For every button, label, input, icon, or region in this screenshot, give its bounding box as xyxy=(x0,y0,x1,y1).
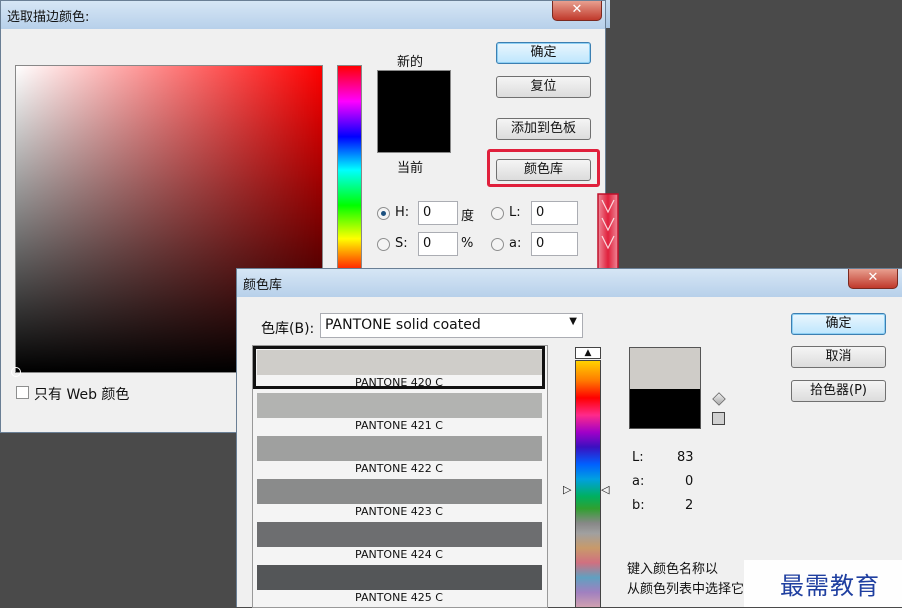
picker-title: 选取描边颜色: xyxy=(7,10,90,25)
swatch-name: PANTONE 424 C xyxy=(355,548,443,561)
swatch-name: PANTONE 423 C xyxy=(355,505,443,518)
scroll-up-arrow-icon[interactable]: ▲ xyxy=(575,347,601,359)
l-label: L: xyxy=(509,205,521,220)
swatch-color xyxy=(257,393,542,418)
libraries-ok-button[interactable]: 确定 xyxy=(791,313,886,335)
l-radio[interactable] xyxy=(491,207,504,220)
swatch-color xyxy=(257,436,542,461)
libraries-close-button[interactable]: ✕ xyxy=(848,269,898,289)
s-radio[interactable] xyxy=(377,238,390,251)
swatch-color xyxy=(257,522,542,547)
lab-b-value: 2 xyxy=(685,498,694,513)
current-color-label: 当前 xyxy=(397,161,424,176)
type-name-hint-line1: 键入颜色名称以 xyxy=(627,562,719,577)
h-radio[interactable] xyxy=(377,207,390,220)
watermark-logo: 最需教育 xyxy=(744,560,902,607)
cube-icon[interactable] xyxy=(712,392,726,406)
swatch-name: PANTONE 420 C xyxy=(355,376,443,389)
library-current-color[interactable] xyxy=(629,389,701,429)
slider-right-marker-icon[interactable]: ◁ xyxy=(601,483,609,496)
s-label: S: xyxy=(395,236,408,251)
color-libraries-button[interactable]: 颜色库 xyxy=(496,159,591,181)
current-color-preview[interactable] xyxy=(377,112,451,153)
web-only-label: 只有 Web 颜色 xyxy=(34,387,130,403)
swatch-color xyxy=(257,350,542,375)
web-only-checkbox[interactable] xyxy=(16,386,29,399)
swatch-item[interactable]: PANTONE 424 C xyxy=(253,518,545,561)
lab-l-value: 83 xyxy=(677,450,694,465)
book-select[interactable]: PANTONE solid coated ▼ xyxy=(320,313,583,338)
swatch-name: PANTONE 421 C xyxy=(355,419,443,432)
s-unit: % xyxy=(461,236,474,251)
s-field[interactable]: 0 xyxy=(418,232,458,256)
a-label: a: xyxy=(509,236,522,251)
type-name-hint-line2: 从颜色列表中选择它 xyxy=(627,582,745,597)
swatch-color xyxy=(257,479,542,504)
color-libraries-dialog: 颜色库 ✕ 色库(B): PANTONE solid coated ▼ PANT… xyxy=(236,268,902,608)
lab-a-value: 0 xyxy=(685,474,694,489)
chevron-down-icon: ▼ xyxy=(569,316,577,327)
lab-l-label: L: xyxy=(632,450,644,465)
a-field[interactable]: 0 xyxy=(531,232,578,256)
h-unit: 度 xyxy=(461,209,475,224)
picker-reset-button[interactable]: 复位 xyxy=(496,76,591,98)
h-field[interactable]: 0 xyxy=(418,201,458,225)
swatch-color xyxy=(257,565,542,590)
library-spectrum-slider[interactable] xyxy=(575,360,601,608)
picker-titlebar: 选取描边颜色: xyxy=(1,1,605,29)
watermark-text: 最需教育 xyxy=(780,572,880,600)
picker-close-button[interactable]: ✕ xyxy=(552,1,602,21)
libraries-cancel-button[interactable]: 取消 xyxy=(791,346,886,368)
swatch-item[interactable]: PANTONE 425 C xyxy=(253,561,545,604)
libraries-title: 颜色库 xyxy=(243,278,283,293)
new-color-label: 新的 xyxy=(397,55,424,70)
lab-a-label: a: xyxy=(632,474,645,489)
book-select-value: PANTONE solid coated xyxy=(325,317,481,333)
color-field-cursor[interactable] xyxy=(11,367,21,377)
swatch-list[interactable]: PANTONE 420 C PANTONE 421 C PANTONE 422 … xyxy=(252,345,548,608)
swatch-item[interactable]: PANTONE 423 C xyxy=(253,475,545,518)
new-color-preview xyxy=(377,70,451,112)
swatch-item[interactable]: PANTONE 421 C xyxy=(253,389,545,432)
add-to-swatches-button[interactable]: 添加到色板 xyxy=(496,118,591,140)
l-field[interactable]: 0 xyxy=(531,201,578,225)
picker-ok-button[interactable]: 确定 xyxy=(496,42,591,64)
h-label: H: xyxy=(395,205,410,220)
libraries-titlebar: 颜色库 xyxy=(237,269,902,297)
lab-b-label: b: xyxy=(632,498,645,513)
web-safe-swatch-icon[interactable] xyxy=(712,412,725,425)
library-new-color xyxy=(629,347,701,389)
slider-left-marker-icon[interactable]: ▷ xyxy=(563,483,571,496)
book-label: 色库(B): xyxy=(261,321,315,337)
swatch-item[interactable]: PANTONE 420 C xyxy=(253,346,545,389)
hue-slider[interactable] xyxy=(337,65,362,275)
swatch-name: PANTONE 422 C xyxy=(355,462,443,475)
a-radio[interactable] xyxy=(491,238,504,251)
swatch-item[interactable]: PANTONE 422 C xyxy=(253,432,545,475)
swatch-name: PANTONE 425 C xyxy=(355,591,443,604)
color-picker-button[interactable]: 拾色器(P) xyxy=(791,380,886,402)
